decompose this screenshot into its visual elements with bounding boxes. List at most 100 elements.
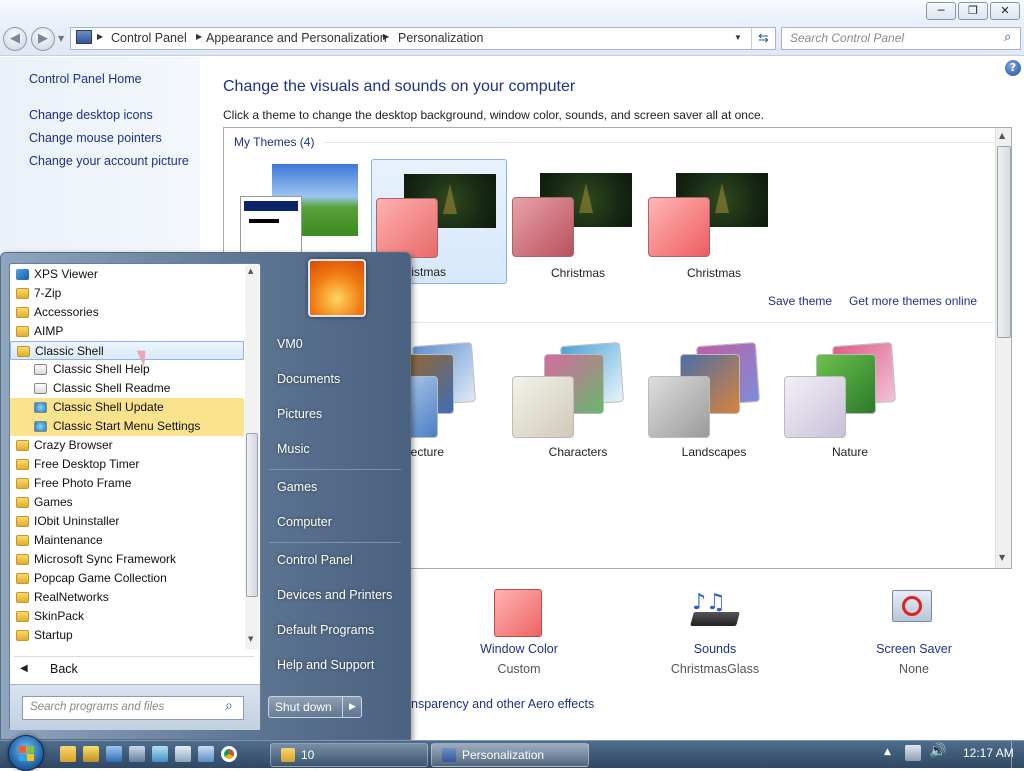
sounds-link[interactable]: Sounds (655, 642, 775, 656)
recent-pages-icon[interactable]: ▼ (58, 34, 64, 43)
program-item[interactable]: Maintenance (10, 531, 244, 550)
program-item[interactable]: Classic Shell Readme (10, 379, 244, 398)
shutdown-options-icon[interactable]: ▶ (342, 697, 362, 717)
clock[interactable]: 12:17 AM (963, 746, 1014, 760)
theme-christmas-2[interactable]: Christmas (510, 159, 646, 284)
display-icon[interactable] (129, 746, 145, 762)
explorer-icon[interactable] (60, 746, 76, 762)
change-mouse-pointers-link[interactable]: Change mouse pointers (29, 131, 162, 145)
program-item[interactable]: Accessories (10, 303, 244, 322)
search-icon[interactable]: ⌕ (1004, 29, 1011, 45)
scroll-up-icon[interactable]: ▲ (999, 131, 1005, 140)
program-item[interactable]: Classic Shell (10, 341, 244, 360)
back-button[interactable]: ◀ (3, 27, 27, 51)
scrollbar-thumb[interactable] (997, 146, 1011, 338)
start-button[interactable] (8, 735, 44, 771)
program-item[interactable]: IObit Uninstaller (10, 512, 244, 531)
control-panel-icon[interactable] (198, 746, 214, 762)
scrollbar[interactable]: ▲ ▼ (995, 128, 1011, 568)
theme-christmas-3[interactable]: Christmas (646, 159, 782, 284)
theme-characters[interactable]: Characters (510, 340, 646, 460)
minimize-button[interactable]: ─ (926, 2, 956, 20)
refresh-icon[interactable]: ⇆ (751, 28, 775, 49)
scroll-down-icon[interactable]: ▼ (248, 635, 253, 643)
taskbar-button-personalization[interactable]: Personalization (431, 743, 589, 767)
program-item[interactable]: XPS Viewer (10, 265, 244, 284)
folder-icon (16, 573, 29, 584)
program-item[interactable]: SkinPack (10, 607, 244, 626)
start-item-help-support[interactable]: Help and Support (277, 658, 374, 672)
save-theme-link[interactable]: Save theme (768, 294, 832, 308)
program-item[interactable]: 7-Zip (10, 284, 244, 303)
program-item[interactable]: Classic Shell Help (10, 360, 244, 379)
aero-effects-link[interactable]: nsparency and other Aero effects (411, 697, 594, 711)
start-item-documents[interactable]: Documents (277, 372, 340, 386)
program-item[interactable]: Classic Start Menu Settings (10, 417, 244, 436)
taskbar-button-folder[interactable]: 10 (270, 743, 428, 767)
show-hidden-icons-icon[interactable]: ▲ (884, 747, 891, 757)
program-item[interactable]: Startup (10, 626, 244, 645)
forward-button[interactable]: ▶ (31, 27, 55, 51)
program-item[interactable]: AIMP (10, 322, 244, 341)
get-more-themes-link[interactable]: Get more themes online (849, 294, 977, 308)
program-label: RealNetworks (34, 590, 109, 604)
theme-landscapes[interactable]: Landscapes (646, 340, 782, 460)
start-item-pictures[interactable]: Pictures (277, 407, 322, 421)
sounds-icon[interactable]: ♪♫ (690, 590, 740, 636)
scrollbar-thumb[interactable] (246, 433, 258, 597)
recycle-bin-icon[interactable] (175, 746, 191, 762)
volume-icon[interactable]: 🔊 (929, 743, 946, 759)
breadcrumb-personalization[interactable]: Personalization (398, 31, 483, 45)
program-item[interactable]: Free Photo Frame (10, 474, 244, 493)
page-description: Click a theme to change the desktop back… (223, 108, 764, 122)
shutdown-button[interactable]: Shut down (275, 700, 332, 714)
program-item[interactable]: Microsoft Sync Framework (10, 550, 244, 569)
window-color-link[interactable]: Window Color (459, 642, 579, 656)
back-arrow-icon[interactable]: ◀ (20, 663, 28, 674)
search-input[interactable]: Search Control Panel ⌕ (781, 27, 1021, 50)
program-item[interactable]: Popcap Game Collection (10, 569, 244, 588)
folder-icon[interactable] (83, 746, 99, 762)
change-desktop-icons-link[interactable]: Change desktop icons (29, 108, 153, 122)
window-color-icon[interactable] (494, 589, 542, 637)
change-account-picture-link[interactable]: Change your account picture (29, 154, 189, 168)
help-icon[interactable]: ? (1005, 60, 1021, 76)
scroll-down-icon[interactable]: ▼ (999, 553, 1005, 562)
program-item[interactable]: Games (10, 493, 244, 512)
program-item[interactable]: Classic Shell Update (10, 398, 244, 417)
start-item-devices-printers[interactable]: Devices and Printers (277, 588, 392, 602)
programs-scrollbar[interactable]: ▲ ▼ (245, 265, 259, 650)
back-link[interactable]: Back (50, 662, 78, 676)
user-picture[interactable] (308, 259, 366, 317)
start-item-computer[interactable]: Computer (277, 515, 332, 529)
program-item[interactable]: Crazy Browser (10, 436, 244, 455)
theme-nature[interactable]: Nature (782, 340, 918, 460)
program-label: Startup (34, 628, 73, 642)
start-item-default-programs[interactable]: Default Programs (277, 623, 374, 637)
address-bar[interactable]: ▶ Control Panel ▶ Appearance and Persona… (70, 27, 776, 50)
start-item-vm0[interactable]: VM0 (277, 337, 303, 351)
chrome-icon[interactable] (221, 746, 237, 762)
program-item[interactable]: Free Desktop Timer (10, 455, 244, 474)
folder-icon (16, 288, 29, 299)
start-search-input[interactable]: Search programs and files ⌕ (22, 696, 244, 720)
close-button[interactable]: ✕ (990, 2, 1020, 20)
network-tray-icon[interactable] (905, 745, 921, 761)
screen-saver-icon[interactable] (888, 588, 936, 636)
show-desktop-button[interactable] (1011, 741, 1024, 769)
network-icon[interactable] (152, 746, 168, 762)
control-panel-home-link[interactable]: Control Panel Home (29, 72, 142, 86)
scroll-up-icon[interactable]: ▲ (248, 267, 253, 275)
start-item-games[interactable]: Games (277, 480, 317, 494)
program-item[interactable]: RealNetworks (10, 588, 244, 607)
breadcrumb-control-panel[interactable]: Control Panel (111, 31, 187, 45)
computer-icon[interactable] (106, 746, 122, 762)
restore-button[interactable]: ❐ (958, 2, 988, 20)
search-icon[interactable]: ⌕ (225, 698, 233, 714)
screen-saver-link[interactable]: Screen Saver (854, 642, 974, 656)
start-item-music[interactable]: Music (277, 442, 310, 456)
start-item-control-panel[interactable]: Control Panel (277, 553, 353, 567)
breadcrumb-appearance[interactable]: Appearance and Personalization (206, 31, 387, 45)
program-label: Classic Shell Readme (53, 381, 171, 395)
address-dropdown-icon[interactable]: ▼ (734, 33, 742, 42)
